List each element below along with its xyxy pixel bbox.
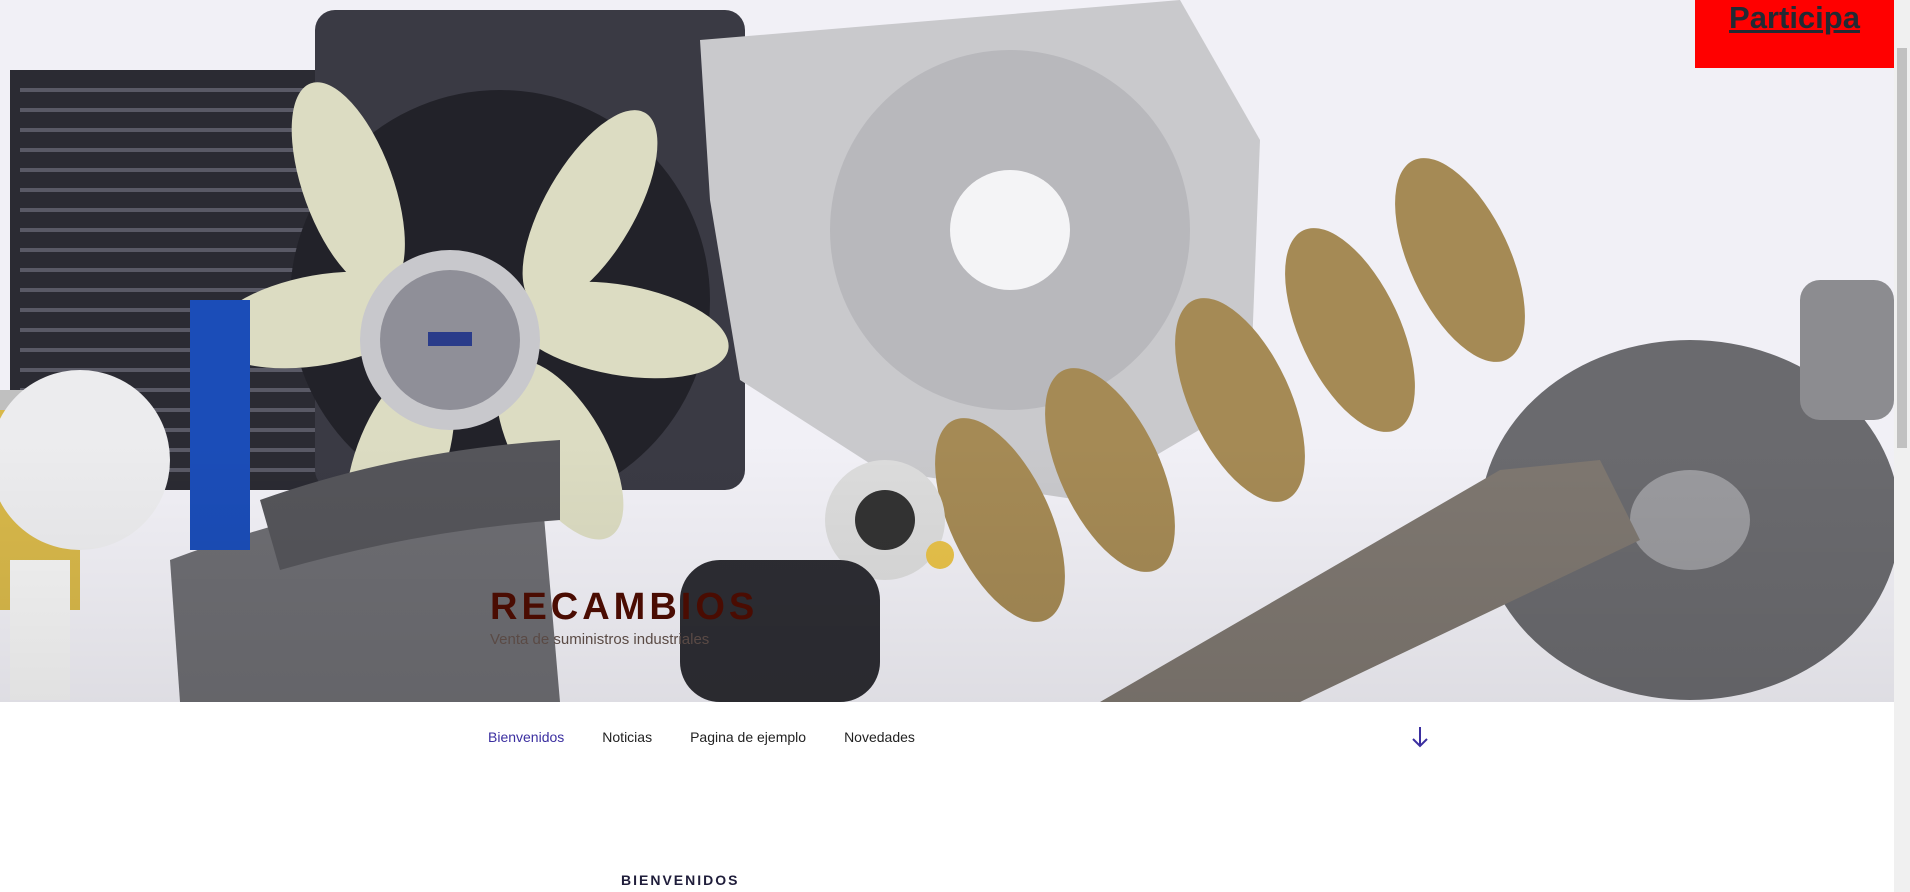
nav-item-noticias[interactable]: Noticias [602, 729, 652, 745]
section-title: BIENVENIDOS [621, 872, 740, 888]
custom-header: RECAMBIOS Venta de suministros industria… [0, 0, 1894, 702]
participa-banner: Participa [1695, 0, 1894, 68]
site-title[interactable]: RECAMBIOS [490, 585, 758, 629]
participa-link[interactable]: Participa [1729, 0, 1860, 36]
nav-menu: Bienvenidos Noticias Pagina de ejemplo N… [488, 702, 953, 772]
main-navigation: Bienvenidos Noticias Pagina de ejemplo N… [0, 702, 1894, 773]
site-description: Venta de suministros industriales [490, 631, 710, 648]
nav-item-bienvenidos[interactable]: Bienvenidos [488, 729, 564, 745]
arrow-down-icon[interactable] [1410, 724, 1430, 750]
header-gradient [0, 442, 1894, 702]
nav-item-pagina-de-ejemplo[interactable]: Pagina de ejemplo [690, 729, 806, 745]
site-content: BIENVENIDOS [0, 772, 1894, 892]
page-scrollbar[interactable] [1894, 0, 1910, 892]
page: RECAMBIOS Venta de suministros industria… [0, 0, 1894, 892]
nav-item-novedades[interactable]: Novedades [844, 729, 915, 745]
scrollbar-thumb[interactable] [1897, 48, 1907, 448]
site-branding: RECAMBIOS Venta de suministros industria… [490, 585, 758, 648]
